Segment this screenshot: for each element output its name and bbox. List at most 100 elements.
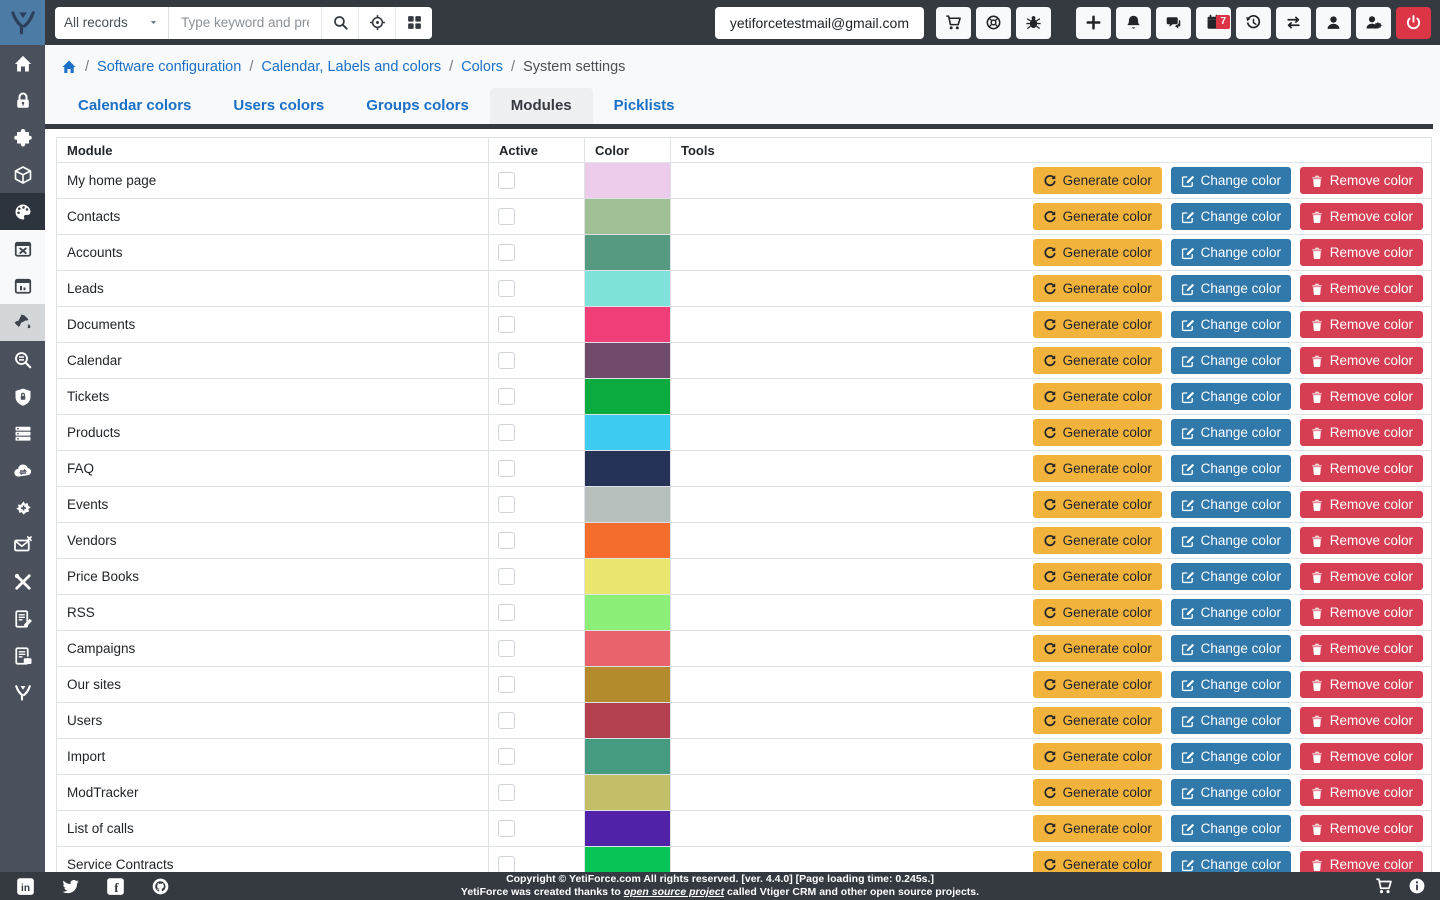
breadcrumb-link[interactable]: Calendar, Labels and colors: [261, 59, 441, 75]
color-swatch[interactable]: [585, 163, 671, 199]
generate-color-button[interactable]: Generate color: [1033, 383, 1162, 410]
color-swatch[interactable]: [585, 415, 671, 451]
change-color-button[interactable]: Change color: [1171, 419, 1291, 446]
sidebar-item-document-briefcase[interactable]: [0, 637, 45, 674]
active-checkbox[interactable]: [498, 532, 515, 549]
breadcrumb-link[interactable]: Colors: [461, 59, 503, 75]
remove-color-button[interactable]: Remove color: [1300, 239, 1423, 266]
sidebar-item-server[interactable]: [0, 415, 45, 452]
generate-color-button[interactable]: Generate color: [1033, 743, 1162, 770]
sidebar-item-blocks-cube[interactable]: [0, 156, 45, 193]
remove-color-button[interactable]: Remove color: [1300, 383, 1423, 410]
generate-color-button[interactable]: Generate color: [1033, 311, 1162, 338]
cart-icon[interactable]: [1375, 877, 1393, 895]
color-swatch[interactable]: [585, 739, 671, 775]
grid-button[interactable]: [395, 7, 432, 39]
open-source-project-link[interactable]: open source project: [624, 886, 724, 898]
chat-button[interactable]: [1156, 7, 1191, 39]
crosshair-button[interactable]: [358, 7, 395, 39]
change-color-button[interactable]: Change color: [1171, 239, 1291, 266]
logout-power-button[interactable]: [1396, 7, 1431, 39]
generate-color-button[interactable]: Generate color: [1033, 599, 1162, 626]
active-checkbox[interactable]: [498, 460, 515, 477]
sidebar-item-yetiforce[interactable]: [0, 674, 45, 711]
active-checkbox[interactable]: [498, 568, 515, 585]
color-swatch[interactable]: [585, 703, 671, 739]
generate-color-button[interactable]: Generate color: [1033, 347, 1162, 374]
change-color-button[interactable]: Change color: [1171, 311, 1291, 338]
remove-color-button[interactable]: Remove color: [1300, 779, 1423, 806]
sidebar-item-calendar-config[interactable]: [0, 230, 45, 267]
plus-button[interactable]: [1076, 7, 1111, 39]
sidebar-item-document-edit[interactable]: [0, 600, 45, 637]
remove-color-button[interactable]: Remove color: [1300, 527, 1423, 554]
change-color-button[interactable]: Change color: [1171, 455, 1291, 482]
sidebar-item-calendar-labels[interactable]: [0, 267, 45, 304]
support-button[interactable]: [976, 7, 1011, 39]
change-color-button[interactable]: Change color: [1171, 779, 1291, 806]
bug-button[interactable]: [1016, 7, 1051, 39]
active-checkbox[interactable]: [498, 316, 515, 333]
home-icon[interactable]: [61, 59, 77, 75]
active-checkbox[interactable]: [498, 676, 515, 693]
active-checkbox[interactable]: [498, 424, 515, 441]
search-button[interactable]: [321, 7, 358, 39]
generate-color-button[interactable]: Generate color: [1033, 167, 1162, 194]
change-color-button[interactable]: Change color: [1171, 707, 1291, 734]
active-checkbox[interactable]: [498, 856, 515, 873]
change-color-button[interactable]: Change color: [1171, 527, 1291, 554]
sidebar-item-colors-paint[interactable]: [0, 304, 45, 341]
change-color-button[interactable]: Change color: [1171, 491, 1291, 518]
active-checkbox[interactable]: [498, 244, 515, 261]
sidebar-item-colors-palette[interactable]: [0, 193, 45, 230]
sidebar-item-modules-puzzle[interactable]: [0, 119, 45, 156]
change-color-button[interactable]: Change color: [1171, 671, 1291, 698]
user-email-button[interactable]: yetiforcetestmail@gmail.com: [715, 7, 924, 39]
generate-color-button[interactable]: Generate color: [1033, 707, 1162, 734]
remove-color-button[interactable]: Remove color: [1300, 707, 1423, 734]
info-icon[interactable]: [1408, 877, 1426, 895]
remove-color-button[interactable]: Remove color: [1300, 743, 1423, 770]
tab-users-colors[interactable]: Users colors: [212, 88, 345, 124]
generate-color-button[interactable]: Generate color: [1033, 671, 1162, 698]
generate-color-button[interactable]: Generate color: [1033, 455, 1162, 482]
active-checkbox[interactable]: [498, 388, 515, 405]
active-checkbox[interactable]: [498, 352, 515, 369]
generate-color-button[interactable]: Generate color: [1033, 419, 1162, 446]
change-color-button[interactable]: Change color: [1171, 815, 1291, 842]
search-input[interactable]: [169, 7, 321, 39]
tab-picklists[interactable]: Picklists: [593, 88, 696, 124]
facebook-icon[interactable]: f: [106, 877, 125, 896]
sidebar-item-lock[interactable]: [0, 82, 45, 119]
color-swatch[interactable]: [585, 271, 671, 307]
color-swatch[interactable]: [585, 775, 671, 811]
color-swatch[interactable]: [585, 487, 671, 523]
remove-color-button[interactable]: Remove color: [1300, 635, 1423, 662]
remove-color-button[interactable]: Remove color: [1300, 167, 1423, 194]
bell-button[interactable]: [1116, 7, 1151, 39]
user-button[interactable]: [1316, 7, 1351, 39]
tab-calendar-colors[interactable]: Calendar colors: [57, 88, 212, 124]
color-swatch[interactable]: [585, 631, 671, 667]
generate-color-button[interactable]: Generate color: [1033, 239, 1162, 266]
search-scope-select[interactable]: All records: [55, 7, 169, 39]
sidebar-item-mail-tools[interactable]: [0, 526, 45, 563]
history-button[interactable]: [1236, 7, 1271, 39]
remove-color-button[interactable]: Remove color: [1300, 455, 1423, 482]
active-checkbox[interactable]: [498, 712, 515, 729]
active-checkbox[interactable]: [498, 172, 515, 189]
change-color-button[interactable]: Change color: [1171, 743, 1291, 770]
sidebar-item-security-shield[interactable]: [0, 378, 45, 415]
color-swatch[interactable]: [585, 199, 671, 235]
sidebar-item-tools[interactable]: [0, 563, 45, 600]
color-swatch[interactable]: [585, 595, 671, 631]
change-color-button[interactable]: Change color: [1171, 563, 1291, 590]
calendar-button[interactable]: 7: [1196, 7, 1231, 39]
generate-color-button[interactable]: Generate color: [1033, 527, 1162, 554]
color-swatch[interactable]: [585, 667, 671, 703]
change-color-button[interactable]: Change color: [1171, 167, 1291, 194]
sidebar-item-cloud-sync[interactable]: [0, 452, 45, 489]
active-checkbox[interactable]: [498, 496, 515, 513]
color-swatch[interactable]: [585, 379, 671, 415]
color-swatch[interactable]: [585, 811, 671, 847]
